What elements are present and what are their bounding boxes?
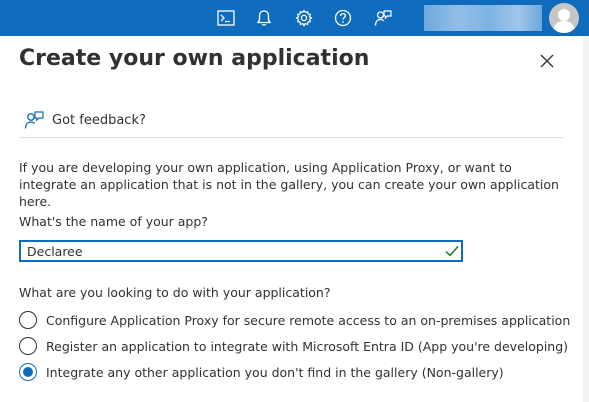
radio-label: Configure Application Proxy for secure r… bbox=[46, 312, 571, 328]
radio-button[interactable] bbox=[19, 311, 37, 329]
radio-option-register-entra[interactable]: Register an application to integrate wit… bbox=[19, 336, 568, 356]
avatar[interactable] bbox=[549, 3, 579, 33]
intro-text: If you are developing your own applicati… bbox=[19, 160, 559, 209]
divider bbox=[19, 137, 564, 138]
radio-option-non-gallery[interactable]: Integrate any other application you don'… bbox=[19, 362, 504, 382]
help-question-icon[interactable] bbox=[331, 6, 355, 30]
portal-background-edge bbox=[583, 36, 589, 402]
user-avatar-icon bbox=[553, 9, 575, 33]
feedback-person-icon bbox=[24, 111, 44, 129]
app-name-field[interactable] bbox=[19, 240, 463, 262]
notifications-bell-icon[interactable] bbox=[252, 6, 276, 30]
valid-check-icon bbox=[445, 246, 459, 257]
portal-top-bar bbox=[0, 0, 589, 36]
radio-label: Register an application to integrate wit… bbox=[46, 338, 569, 354]
create-application-panel: Create your own application Got feedback… bbox=[0, 36, 583, 402]
account-name-redacted[interactable] bbox=[424, 5, 542, 31]
close-button[interactable] bbox=[538, 52, 556, 70]
radio-label: Integrate any other application you don'… bbox=[46, 364, 504, 380]
got-feedback-label: Got feedback? bbox=[52, 112, 146, 128]
close-icon bbox=[540, 54, 554, 68]
got-feedback-button[interactable]: Got feedback? bbox=[24, 108, 146, 132]
app-name-label: What's the name of your app? bbox=[19, 214, 208, 229]
app-name-input[interactable] bbox=[27, 243, 427, 259]
radio-button-selected[interactable] bbox=[19, 363, 37, 381]
purpose-question-label: What are you looking to do with your app… bbox=[19, 285, 331, 300]
panel-title: Create your own application bbox=[19, 46, 370, 71]
feedback-person-icon[interactable] bbox=[371, 6, 395, 30]
radio-option-application-proxy[interactable]: Configure Application Proxy for secure r… bbox=[19, 310, 570, 330]
radio-button[interactable] bbox=[19, 337, 37, 355]
cloud-shell-icon[interactable] bbox=[214, 6, 238, 30]
settings-gear-icon[interactable] bbox=[292, 6, 316, 30]
